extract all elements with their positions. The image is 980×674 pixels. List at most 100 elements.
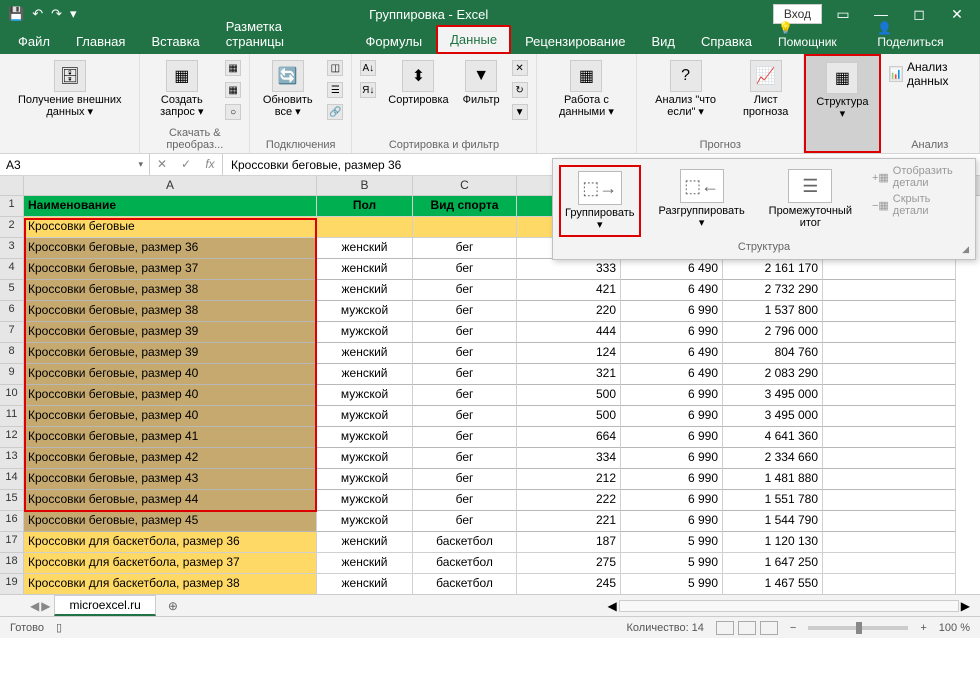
cell[interactable]: Кроссовки беговые, размер 37 (24, 259, 317, 280)
cell[interactable]: 444 (517, 322, 621, 343)
cell[interactable]: 1 544 790 (723, 511, 823, 532)
cell[interactable]: 6 490 (621, 259, 723, 280)
cell[interactable]: бег (413, 427, 517, 448)
cell[interactable]: 187 (517, 532, 621, 553)
row-header[interactable]: 3 (0, 238, 24, 259)
cell[interactable]: 421 (517, 280, 621, 301)
cell[interactable]: Кроссовки беговые, размер 40 (24, 385, 317, 406)
save-icon[interactable]: 💾 (8, 6, 24, 22)
cell[interactable]: 2 161 170 (723, 259, 823, 280)
row-header[interactable]: 10 (0, 385, 24, 406)
zoom-out-icon[interactable]: − (790, 622, 796, 634)
cell[interactable]: мужской (317, 448, 413, 469)
cell[interactable]: женский (317, 532, 413, 553)
cell[interactable]: бег (413, 469, 517, 490)
zoom-in-icon[interactable]: + (920, 622, 926, 634)
hscroll-left-icon[interactable]: ◀ (608, 599, 617, 613)
row-header[interactable]: 4 (0, 259, 24, 280)
undo-icon[interactable]: ↶ (32, 6, 43, 22)
cell[interactable]: 222 (517, 490, 621, 511)
new-query-button[interactable]: ▦ Создать запрос ▾ (146, 58, 217, 120)
cell[interactable]: мужской (317, 301, 413, 322)
cell[interactable]: 6 990 (621, 469, 723, 490)
tab-view[interactable]: Вид (639, 29, 687, 54)
cell[interactable]: Кроссовки беговые, размер 45 (24, 511, 317, 532)
what-if-button[interactable]: ? Анализ "что если" ▾ (643, 58, 728, 120)
cell[interactable]: 804 760 (723, 343, 823, 364)
cell[interactable]: Кроссовки беговые, размер 41 (24, 427, 317, 448)
connections-button[interactable]: ◫ (325, 58, 345, 78)
qat-more-icon[interactable]: ▾ (70, 6, 77, 22)
col-header[interactable]: C (413, 176, 517, 195)
cell[interactable]: Кроссовки для баскетбола, размер 38 (24, 574, 317, 594)
cell[interactable]: 5 990 (621, 532, 723, 553)
cell[interactable]: Кроссовки беговые, размер 40 (24, 406, 317, 427)
cell[interactable]: 321 (517, 364, 621, 385)
cell[interactable]: мужской (317, 511, 413, 532)
cell[interactable]: 1 120 130 (723, 532, 823, 553)
properties-button[interactable]: ☰ (325, 80, 345, 100)
refresh-all-button[interactable]: 🔄 Обновить все ▾ (256, 58, 319, 120)
row-header[interactable]: 13 (0, 448, 24, 469)
cell[interactable]: 1 481 880 (723, 469, 823, 490)
cell[interactable]: Кроссовки беговые, размер 44 (24, 490, 317, 511)
sort-az-button[interactable]: A↓ (358, 58, 378, 78)
cell[interactable]: 6 990 (621, 427, 723, 448)
from-table-button[interactable]: ▦ (223, 80, 243, 100)
cell[interactable]: 6 990 (621, 322, 723, 343)
cell[interactable]: 500 (517, 385, 621, 406)
view-page-layout-icon[interactable] (738, 621, 756, 635)
forecast-sheet-button[interactable]: 📈 Лист прогноза (734, 58, 797, 120)
cell[interactable]: Кроссовки беговые, размер 39 (24, 322, 317, 343)
tab-home[interactable]: Главная (64, 29, 137, 54)
fx-icon[interactable]: fx (198, 154, 222, 175)
cell[interactable]: 3 495 000 (723, 385, 823, 406)
row-header[interactable]: 7 (0, 322, 24, 343)
cell[interactable]: Кроссовки беговые, размер 36 (24, 238, 317, 259)
cell[interactable]: баскетбол (413, 532, 517, 553)
add-sheet-button[interactable]: ⊕ (160, 597, 186, 615)
cell[interactable]: бег (413, 322, 517, 343)
cell[interactable]: женский (317, 553, 413, 574)
share-button[interactable]: 👤 Поделиться (865, 16, 970, 54)
cell[interactable] (823, 553, 956, 574)
name-box[interactable]: A3 (0, 154, 150, 175)
hide-detail-button[interactable]: −▦Скрыть детали (872, 193, 969, 217)
cell[interactable]: Кроссовки для баскетбола, размер 37 (24, 553, 317, 574)
cell[interactable]: 2 083 290 (723, 364, 823, 385)
cell[interactable]: женский (317, 364, 413, 385)
cell[interactable]: 334 (517, 448, 621, 469)
row-header[interactable]: 16 (0, 511, 24, 532)
sheet-nav-prev-icon[interactable]: ◀ (30, 599, 39, 613)
tab-help[interactable]: Справка (689, 29, 764, 54)
row-header[interactable]: 1 (0, 196, 24, 217)
sheet-nav-next-icon[interactable]: ▶ (41, 599, 50, 613)
show-queries-button[interactable]: ▦ (223, 58, 243, 78)
cell[interactable]: 6 990 (621, 406, 723, 427)
cell[interactable]: 500 (517, 406, 621, 427)
cell[interactable]: мужской (317, 406, 413, 427)
hscroll-track[interactable] (619, 600, 959, 612)
view-page-break-icon[interactable] (760, 621, 778, 635)
cell[interactable]: Кроссовки беговые, размер 40 (24, 364, 317, 385)
row-header[interactable]: 19 (0, 574, 24, 594)
row-header[interactable]: 9 (0, 364, 24, 385)
cell[interactable]: женский (317, 343, 413, 364)
cell[interactable]: 4 641 360 (723, 427, 823, 448)
sort-button[interactable]: ⬍ Сортировка (384, 58, 452, 108)
tab-data[interactable]: Данные (436, 25, 511, 54)
tab-layout[interactable]: Разметка страницы (214, 14, 352, 54)
cell[interactable]: 124 (517, 343, 621, 364)
cell[interactable] (823, 511, 956, 532)
cell[interactable]: 3 495 000 (723, 406, 823, 427)
cell[interactable] (823, 532, 956, 553)
col-header[interactable]: B (317, 176, 413, 195)
clear-filter-button[interactable]: ✕ (510, 58, 530, 78)
cell[interactable] (823, 406, 956, 427)
row-header[interactable]: 6 (0, 301, 24, 322)
cell[interactable]: бег (413, 406, 517, 427)
cell[interactable]: бег (413, 511, 517, 532)
row-header[interactable]: 11 (0, 406, 24, 427)
cell[interactable]: мужской (317, 469, 413, 490)
cell[interactable] (823, 469, 956, 490)
